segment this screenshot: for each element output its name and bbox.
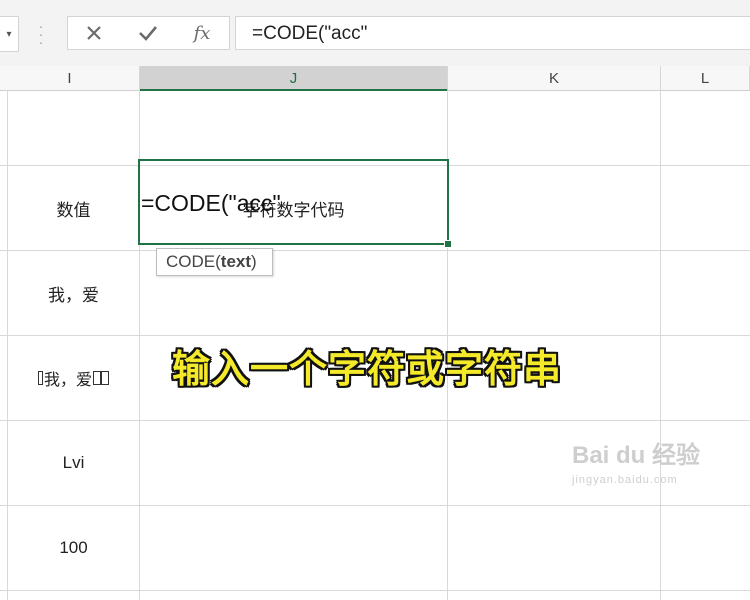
active-cell-formula: =CODE("acc" — [141, 190, 281, 216]
cancel-button[interactable] — [74, 17, 114, 49]
grid-line — [0, 590, 750, 591]
insert-function-button[interactable]: fx — [182, 17, 222, 49]
name-box-dropdown[interactable]: ▾ — [0, 16, 19, 52]
column-header-j[interactable]: J — [140, 66, 448, 91]
column-header-k[interactable]: K — [448, 66, 661, 90]
cell-i-row2[interactable]: 我，爱 — [8, 251, 139, 335]
fx-icon: fx — [193, 22, 211, 44]
cell-i-header[interactable]: 数值 — [8, 166, 139, 250]
unprintable-char-glyph — [93, 371, 101, 385]
check-icon — [139, 26, 157, 41]
fill-handle[interactable] — [444, 240, 452, 248]
unprintable-char-glyph — [101, 371, 109, 385]
cell-i-row4[interactable]: Lvi — [8, 421, 139, 505]
tooltip-func: CODE( — [166, 252, 221, 271]
formula-buttons: fx — [67, 16, 230, 50]
formula-input[interactable]: =CODE("acc" — [235, 16, 750, 50]
column-header-l[interactable]: L — [661, 66, 750, 90]
resize-grip-icon[interactable]: · · · — [36, 19, 46, 49]
formula-bar: ▾ · · · fx =CODE("acc" — [0, 0, 750, 66]
column-header-i[interactable]: I — [0, 66, 140, 90]
cell-i-row3[interactable]: 我，爱 — [8, 336, 139, 420]
watermark-url: jingyan.baidu.com — [572, 474, 678, 486]
column-header-row: I J K L — [0, 66, 750, 91]
tooltip-arg-link[interactable]: text — [221, 252, 251, 271]
chevron-down-icon: ▾ — [6, 28, 12, 40]
unprintable-char-glyph — [37, 371, 43, 385]
tooltip-close-paren: ) — [251, 252, 257, 271]
cell-i-row5[interactable]: 100 — [8, 506, 139, 590]
function-tooltip: CODE(text) — [156, 248, 273, 276]
watermark: Bai du 经验 jingyan.baidu.com — [572, 435, 732, 495]
cell-text: 我，爱 — [43, 370, 92, 389]
grid-line — [660, 90, 661, 600]
caption-overlay: 输入一个字符或字符串 — [172, 347, 563, 391]
watermark-logo: Bai du 经验 — [572, 442, 701, 469]
close-icon — [87, 26, 101, 40]
enter-button[interactable] — [128, 17, 168, 49]
